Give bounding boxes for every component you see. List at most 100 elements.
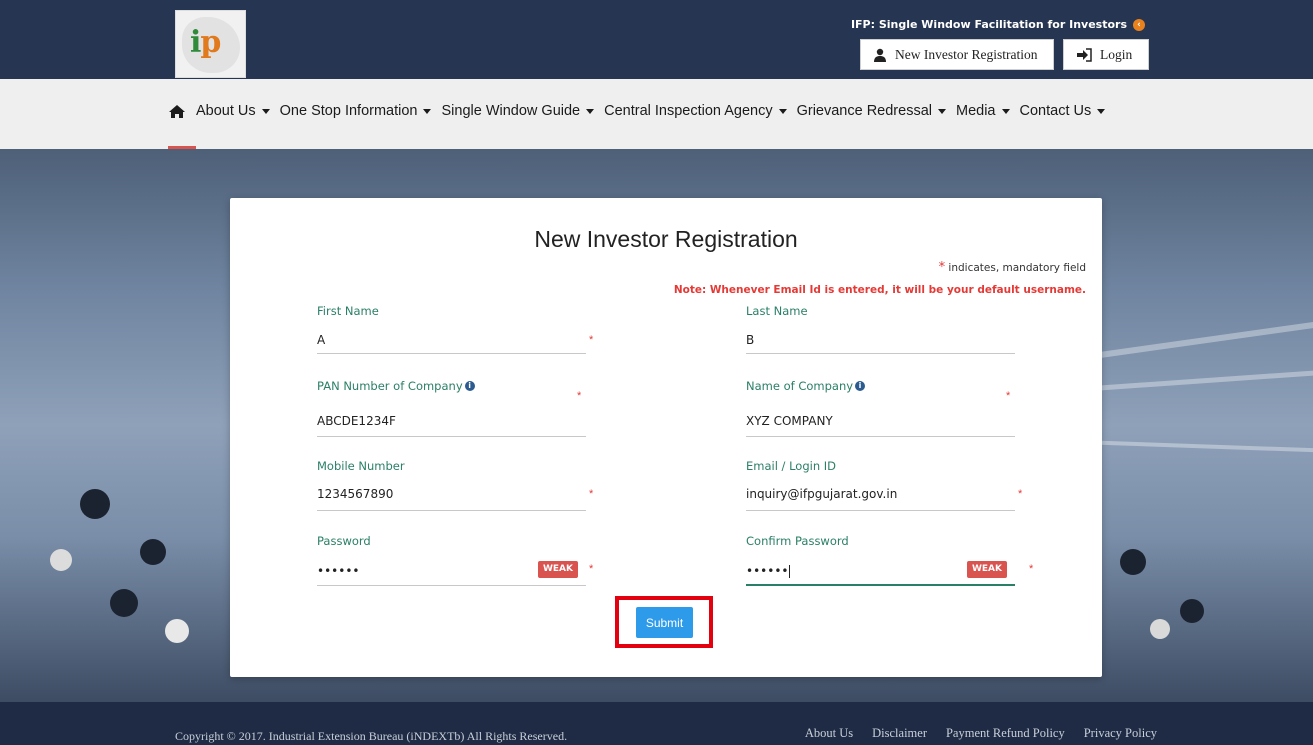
mobile-number-field[interactable]: Mobile Number 1234567890 * [317, 459, 593, 512]
pan-number-field[interactable]: PAN Number of Company i ABCDE1234F * [317, 379, 586, 438]
password-field[interactable]: Password •••••• WEAK * [317, 534, 593, 587]
mandatory-star: * [938, 260, 946, 275]
new-investor-registration-button[interactable]: New Investor Registration [860, 39, 1054, 70]
nav-item-one-stop-information[interactable]: One Stop Information [280, 103, 432, 119]
nav-label: Central Inspection Agency [604, 103, 773, 119]
company-name-field[interactable]: Name of Company i XYZ COMPANY * [746, 379, 1015, 438]
confirm-password-field[interactable]: Confirm Password •••••• WEAK * [746, 534, 1033, 587]
registration-card: New Investor Registration * indicates, m… [230, 198, 1102, 677]
background-molecule [80, 489, 110, 519]
email-label: Email / Login ID [746, 459, 837, 473]
input-underline [317, 353, 586, 354]
background-molecule [110, 589, 138, 617]
home-icon[interactable] [168, 104, 186, 119]
nav-label: Contact Us [1019, 103, 1092, 119]
footer-link-about-us[interactable]: About Us [805, 726, 853, 741]
register-label: New Investor Registration [895, 46, 1038, 62]
email-note: Note: Whenever Email Id is entered, it w… [673, 284, 1086, 296]
input-underline [746, 353, 1015, 354]
info-icon[interactable]: i [464, 381, 475, 391]
nav-item-media[interactable]: Media [956, 103, 1010, 119]
mobile-number-label: Mobile Number [317, 459, 405, 473]
logo-text: ip [190, 25, 221, 60]
background-molecule [165, 619, 189, 643]
email-field[interactable]: Email / Login ID inquiry@ifpgujarat.gov.… [746, 459, 1022, 512]
nav-item-about-us[interactable]: About Us [196, 103, 270, 119]
background-molecule [50, 549, 72, 571]
required-mark: * [577, 390, 582, 402]
required-mark: * [589, 488, 594, 500]
company-name-input[interactable]: XYZ COMPANY [746, 414, 833, 428]
confirm-password-label: Confirm Password [746, 534, 849, 548]
nav-item-contact-us[interactable]: Contact Us [1020, 103, 1106, 119]
caret-down-icon [586, 108, 595, 114]
input-underline [746, 436, 1015, 437]
pan-number-label: PAN Number of Company i [317, 379, 586, 393]
login-label: Login [1100, 46, 1133, 62]
footer-link-payment-refund-policy[interactable]: Payment Refund Policy [946, 726, 1065, 741]
sign-in-icon [1077, 47, 1092, 62]
last-name-field[interactable]: Last Name B [746, 304, 1015, 354]
first-name-input[interactable]: A [317, 333, 325, 347]
pan-number-label-text: PAN Number of Company [317, 379, 463, 393]
text-cursor [789, 565, 791, 578]
background-molecule [140, 539, 166, 565]
ifp-logo[interactable]: ip [175, 10, 246, 78]
first-name-label: First Name [317, 304, 379, 318]
mandatory-legend: * indicates, mandatory field [939, 260, 1086, 275]
required-mark: * [1029, 563, 1034, 575]
password-strength-badge: WEAK [537, 561, 578, 578]
required-mark: * [589, 334, 594, 346]
input-underline [317, 585, 586, 586]
background-molecule [1120, 549, 1146, 575]
nav-label: About Us [196, 103, 256, 119]
company-name-label: Name of Company i [746, 379, 1015, 393]
main-navbar: About Us One Stop Information Single Win… [0, 79, 1313, 149]
required-mark: * [589, 563, 594, 575]
password-input[interactable]: •••••• [317, 564, 359, 578]
site-tagline: IFP: Single Window Facilitation for Inve… [851, 18, 1145, 31]
copyright-text: Copyright © 2017. Industrial Extension B… [175, 729, 568, 743]
company-name-label-text: Name of Company [746, 379, 854, 393]
input-underline [317, 510, 586, 511]
pan-number-input[interactable]: ABCDE1234F [317, 414, 396, 428]
input-underline-focused [746, 584, 1015, 586]
top-header: ip IFP: Single Window Facilitation for I… [0, 0, 1313, 79]
caret-down-icon [261, 108, 270, 114]
nav-label: One Stop Information [279, 103, 418, 119]
password-label: Password [317, 534, 371, 548]
caret-down-icon [778, 108, 787, 114]
nav-item-grievance-redressal[interactable]: Grievance Redressal [797, 103, 946, 119]
required-mark: * [1006, 390, 1011, 402]
nav-label: Media [956, 103, 996, 119]
required-mark: * [1018, 488, 1023, 500]
tagline-text: IFP: Single Window Facilitation for Inve… [850, 18, 1127, 31]
confirm-password-strength-badge: WEAK [966, 561, 1007, 578]
footer-links: About Us Disclaimer Payment Refund Polic… [805, 726, 1157, 741]
nav-label: Grievance Redressal [796, 103, 932, 119]
chevron-left-icon[interactable]: ‹ [1133, 18, 1145, 31]
login-button[interactable]: Login [1063, 39, 1149, 70]
background-molecule [1150, 619, 1170, 639]
confirm-password-input[interactable]: •••••• [746, 564, 791, 578]
caret-down-icon [1097, 108, 1106, 114]
input-underline [317, 436, 586, 437]
footer: Copyright © 2017. Industrial Extension B… [0, 702, 1313, 745]
last-name-input[interactable]: B [746, 333, 754, 347]
mobile-number-input[interactable]: 1234567890 [317, 487, 393, 501]
caret-down-icon [1001, 108, 1010, 114]
last-name-label: Last Name [746, 304, 808, 318]
first-name-field[interactable]: First Name A * [317, 304, 593, 354]
info-icon[interactable]: i [855, 381, 866, 391]
caret-down-icon [423, 108, 432, 114]
nav-item-single-window-guide[interactable]: Single Window Guide [441, 103, 595, 119]
footer-link-privacy-policy[interactable]: Privacy Policy [1084, 726, 1157, 741]
nav-menu: About Us One Stop Information Single Win… [168, 103, 1106, 119]
confirm-password-value: •••••• [746, 564, 789, 578]
submit-button[interactable]: Submit [636, 607, 693, 638]
input-underline [746, 510, 1015, 511]
email-input[interactable]: inquiry@ifpgujarat.gov.in [746, 487, 897, 501]
caret-down-icon [938, 108, 946, 114]
footer-link-disclaimer[interactable]: Disclaimer [872, 726, 927, 741]
nav-item-central-inspection-agency[interactable]: Central Inspection Agency [604, 103, 787, 119]
